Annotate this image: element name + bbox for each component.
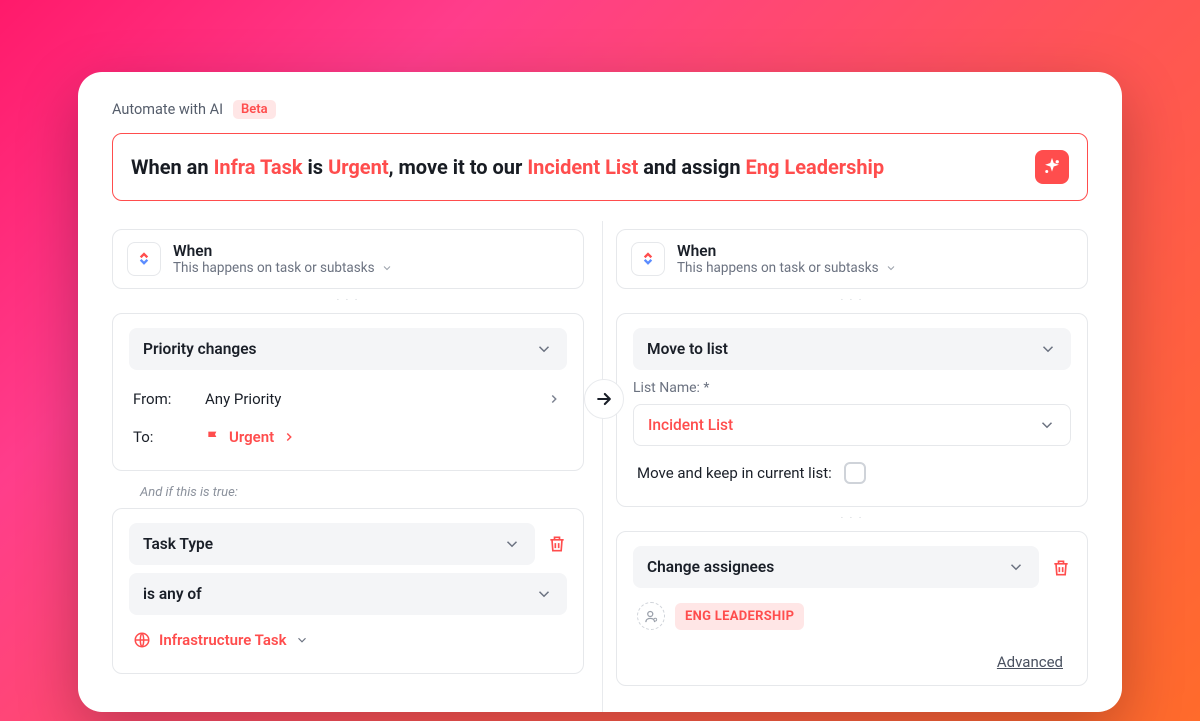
to-value: Urgent [205, 428, 296, 446]
chevron-down-icon [381, 262, 393, 274]
and-if-label: And if this is true: [112, 477, 584, 508]
connector-dots: · · · [616, 513, 1088, 531]
chevron-right-icon [282, 430, 296, 444]
list-name-label: List Name: * [633, 380, 1071, 396]
flow-arrow [584, 379, 624, 419]
chevron-down-icon [535, 585, 553, 603]
change-assignees-card: Change assignees ENG LEADERSHIP Advanced [616, 531, 1088, 686]
from-value: Any Priority [205, 390, 281, 408]
prompt-text: When an Infra Task is Urgent, move it to… [131, 152, 884, 182]
flag-icon [205, 429, 221, 445]
condition-field-select[interactable]: Task Type [129, 523, 535, 565]
column-divider [602, 221, 603, 712]
action-type-select[interactable]: Move to list [633, 328, 1071, 370]
ai-generate-button[interactable] [1035, 150, 1069, 184]
from-label: From: [133, 390, 205, 408]
person-add-icon [644, 609, 659, 624]
condition-card: Task Type is any of Infrastructure Task [112, 508, 584, 674]
chevron-down-icon [1039, 340, 1057, 358]
delete-condition-button[interactable] [547, 534, 567, 554]
prompt-highlight-eng-leadership: Eng Leadership [746, 155, 885, 179]
keep-in-list-label: Move and keep in current list: [637, 464, 832, 482]
chevron-down-icon [885, 262, 897, 274]
trash-icon [547, 534, 567, 554]
assignee-chip[interactable]: ENG LEADERSHIP [675, 603, 804, 630]
action-type-select[interactable]: Change assignees [633, 546, 1039, 588]
prompt-highlight-incident-list: Incident List [527, 155, 638, 179]
chevron-down-icon [1038, 416, 1056, 434]
header: Automate with AI Beta [112, 100, 1088, 119]
add-assignee-button[interactable] [637, 602, 665, 630]
trigger-type-select[interactable]: Priority changes [129, 328, 567, 370]
when-subtitle: This happens on task or subtasks [677, 260, 897, 276]
ai-prompt-input[interactable]: When an Infra Task is Urgent, move it to… [112, 133, 1088, 201]
to-label: To: [133, 428, 205, 446]
when-subtitle: This happens on task or subtasks [173, 260, 393, 276]
sparkle-icon [1043, 158, 1061, 176]
when-trigger-card[interactable]: When This happens on task or subtasks [112, 229, 584, 289]
chevron-right-icon [545, 392, 563, 406]
action-column: When This happens on task or subtasks · … [616, 229, 1088, 692]
condition-value-chip[interactable]: Infrastructure Task [129, 621, 567, 659]
keep-in-list-checkbox[interactable] [844, 462, 866, 484]
chevron-down-icon [535, 340, 553, 358]
list-name-select[interactable]: Incident List [633, 404, 1071, 446]
move-to-list-card: Move to list List Name: * Incident List … [616, 313, 1088, 507]
connector-dots: · · · [112, 295, 584, 313]
automation-builder-window: Automate with AI Beta When an Infra Task… [78, 72, 1122, 712]
when-title: When [173, 242, 393, 260]
beta-badge: Beta [233, 100, 276, 119]
priority-trigger-card: Priority changes From: Any Priority To: … [112, 313, 584, 471]
priority-from-row[interactable]: From: Any Priority [129, 380, 567, 418]
when-action-card[interactable]: When This happens on task or subtasks [616, 229, 1088, 289]
connector-dots: · · · [616, 295, 1088, 313]
trigger-column: When This happens on task or subtasks · … [112, 229, 584, 692]
clickup-logo-icon [631, 242, 665, 276]
arrow-right-icon [594, 389, 614, 409]
delete-action-button[interactable] [1051, 558, 1071, 578]
when-title: When [677, 242, 897, 260]
prompt-highlight-urgent: Urgent [328, 155, 389, 179]
clickup-logo-icon [127, 242, 161, 276]
chevron-down-icon [503, 535, 521, 553]
condition-operator-select[interactable]: is any of [129, 573, 567, 615]
prompt-highlight-infra-task: Infra Task [214, 155, 303, 179]
chevron-down-icon [1007, 558, 1025, 576]
priority-to-row[interactable]: To: Urgent [129, 418, 567, 456]
header-label: Automate with AI [112, 101, 223, 118]
globe-icon [133, 631, 151, 649]
trash-icon [1051, 558, 1071, 578]
advanced-link[interactable]: Advanced [997, 653, 1063, 671]
chevron-down-icon [295, 633, 309, 647]
